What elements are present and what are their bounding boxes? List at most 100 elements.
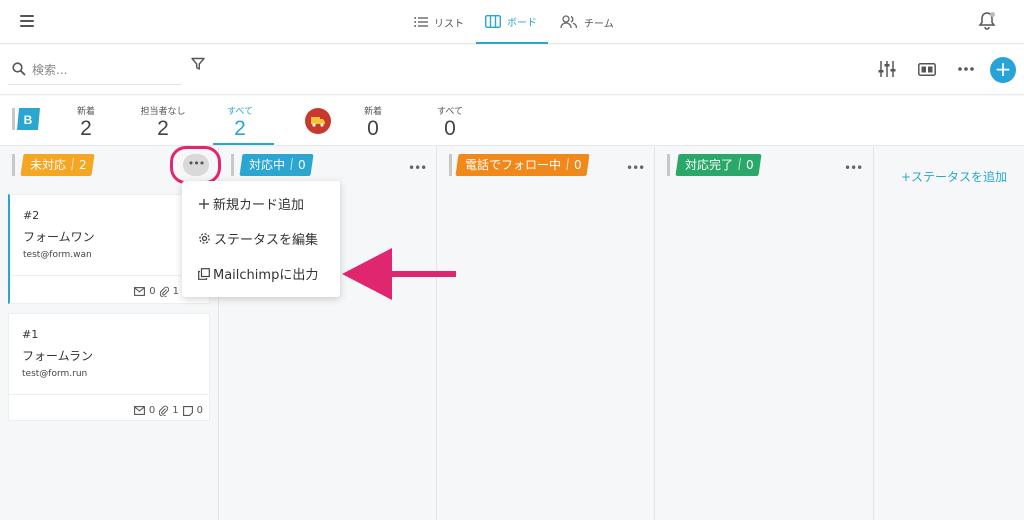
column-title: 電話でフォロー中: [465, 158, 562, 172]
menu-item-label: 新規カード追加: [213, 198, 305, 213]
column-more-button[interactable]: •••: [626, 161, 645, 175]
card-name: フォームワン: [23, 230, 95, 244]
stat-label: 新着: [363, 107, 382, 117]
column-bar: [231, 154, 234, 176]
stat-all[interactable]: すべて 2: [222, 104, 258, 141]
card-number: #2: [23, 209, 40, 222]
column-tag[interactable]: 対応中 0: [239, 154, 314, 176]
top-nav: リスト ボード チーム: [0, 0, 1024, 44]
mail-icon: [133, 406, 145, 415]
attachment-count: 1: [172, 405, 179, 416]
column-tag[interactable]: 対応完了 0: [675, 154, 762, 176]
card[interactable]: #2 フォームワン test@form.wan 0 1: [8, 194, 210, 304]
column-bar: [12, 154, 15, 176]
card-email: test@form.wan: [23, 250, 92, 260]
card-divider: [9, 394, 209, 395]
attachment-icon: [159, 405, 169, 416]
column-bar: [667, 154, 670, 176]
column-completed: 対応完了 0 •••: [655, 147, 874, 520]
stat-all-2[interactable]: すべて 0: [433, 104, 467, 141]
toolbar: +: [0, 45, 1024, 95]
truck-icon: [311, 117, 325, 127]
menu-item-new-card[interactable]: 新規カード追加: [198, 194, 304, 213]
tab-list[interactable]: リスト: [414, 0, 464, 44]
stat-new[interactable]: 新着 2: [72, 104, 100, 141]
column-title: 未対応: [30, 158, 67, 172]
column-tag[interactable]: 未対応 2: [20, 154, 95, 176]
search-box: [8, 55, 182, 85]
mail-count: 0: [149, 286, 156, 297]
stat-label: 担当者なし: [140, 107, 186, 117]
menu-item-edit-status[interactable]: ステータスを編集: [198, 229, 318, 248]
column-more-button[interactable]: •••: [844, 161, 863, 175]
form-badge-label: B: [24, 113, 33, 127]
stat-label: 新着: [76, 107, 95, 117]
card-name: フォームラン: [22, 349, 94, 363]
tab-board-label: ボード: [507, 17, 537, 29]
form-badge[interactable]: B: [12, 108, 40, 130]
list-icon: [414, 17, 428, 27]
column-phone-follow: 電話でフォロー中 0 •••: [437, 147, 655, 520]
tab-board[interactable]: ボード: [476, 0, 548, 44]
stat-value: 0: [367, 117, 379, 140]
attachment-count: 1: [172, 286, 179, 297]
stat-value: 2: [234, 117, 246, 140]
mail-icon: [134, 287, 146, 296]
card-number: #1: [22, 328, 39, 341]
card-view-icon[interactable]: [918, 63, 936, 76]
tab-team-label: チーム: [584, 18, 614, 30]
tab-team[interactable]: チーム: [560, 0, 614, 44]
add-status-link[interactable]: +ステータスを追加: [901, 168, 1007, 185]
column-header: 対応中 0 •••: [219, 147, 436, 179]
filter-icon[interactable]: [191, 57, 205, 71]
column-bar: [449, 154, 452, 176]
stats-bar: B 新着 2 担当者なし 2 すべて 2 新着 0 すべて 0: [0, 96, 1024, 146]
gear-icon: [199, 233, 210, 244]
menu-item-label: Mailchimpに出力: [213, 268, 319, 283]
column-title: 対応中: [249, 158, 286, 172]
mail-count: 0: [148, 405, 156, 416]
hamburger-menu-icon[interactable]: [20, 15, 34, 27]
stat-value: 2: [157, 117, 169, 140]
menu-item-label: ステータスを編集: [214, 233, 319, 248]
card-divider: [10, 275, 209, 276]
search-icon: [12, 62, 26, 76]
column-count: 0: [298, 158, 306, 172]
tab-list-label: リスト: [434, 18, 464, 30]
card-email: test@form.run: [22, 369, 88, 379]
add-button[interactable]: +: [990, 57, 1016, 83]
note-icon: [182, 405, 193, 416]
copy-icon: [198, 267, 210, 280]
active-stat-indicator: [213, 143, 274, 145]
stat-value: 2: [80, 117, 92, 140]
card-meta: 0 1: [134, 286, 179, 297]
column-tag[interactable]: 電話でフォロー中 0: [455, 154, 590, 176]
note-count: 0: [196, 405, 203, 416]
stat-label: すべて: [436, 107, 463, 117]
stat-value: 0: [444, 117, 456, 140]
board-icon: [485, 14, 501, 28]
column-header: 電話でフォロー中 0 •••: [437, 147, 654, 179]
column-title: 対応完了: [685, 158, 734, 172]
column-count: 0: [574, 158, 582, 172]
menu-item-mailchimp-export[interactable]: Mailchimpに出力: [198, 264, 318, 283]
column-header: 対応完了 0 •••: [655, 147, 873, 179]
bell-icon[interactable]: [977, 11, 997, 31]
stat-unassigned[interactable]: 担当者なし 2: [136, 104, 190, 141]
sliders-icon[interactable]: [878, 61, 896, 77]
column-count: 2: [79, 158, 87, 172]
column-context-menu: 新規カード追加 ステータスを編集 Mailchimpに出力: [182, 181, 340, 297]
column-more-button[interactable]: •••: [408, 161, 427, 175]
form-logo-badge[interactable]: [305, 108, 331, 134]
team-icon: [560, 15, 578, 29]
search-input[interactable]: [32, 59, 172, 81]
card[interactable]: #1 フォームラン test@form.run 0 1 0: [8, 313, 210, 421]
more-options-icon[interactable]: [958, 67, 974, 71]
plus-icon: [199, 198, 209, 209]
card-meta: 0 1 0: [133, 405, 203, 416]
column-count: 0: [746, 158, 754, 172]
column-more-button[interactable]: •••: [183, 154, 209, 176]
stat-label: すべて: [226, 107, 253, 117]
annotation-arrow-icon: [342, 248, 456, 300]
stat-new-2[interactable]: 新着 0: [359, 104, 387, 141]
